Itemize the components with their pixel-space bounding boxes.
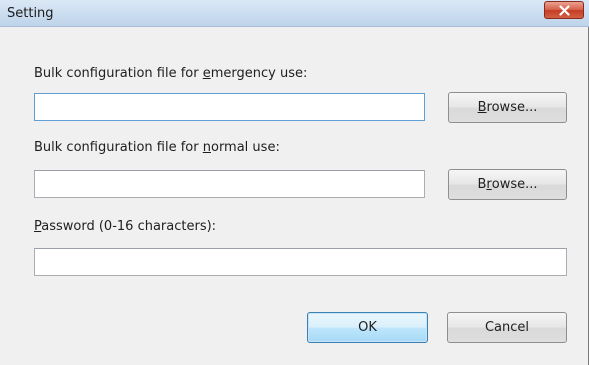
ok-button[interactable]: OK [307,312,428,343]
close-icon [559,5,570,16]
close-button[interactable] [544,1,584,19]
emergency-file-input[interactable] [34,93,425,121]
emergency-file-label: Bulk configuration file for emergency us… [34,66,308,81]
setting-dialog: Setting Bulk configuration file for emer… [0,0,589,365]
password-label: Password (0-16 characters): [34,219,217,234]
window-title: Setting [7,6,54,21]
dialog-body: Bulk configuration file for emergency us… [0,27,588,365]
normal-file-input[interactable] [34,170,425,198]
normal-file-label: Bulk configuration file for normal use: [34,140,280,155]
browse-emergency-button[interactable]: Browse... [448,92,567,123]
password-field[interactable] [34,248,567,276]
cancel-button[interactable]: Cancel [447,312,567,343]
title-bar[interactable]: Setting [0,0,589,27]
browse-normal-button[interactable]: Br owse... [448,169,567,200]
